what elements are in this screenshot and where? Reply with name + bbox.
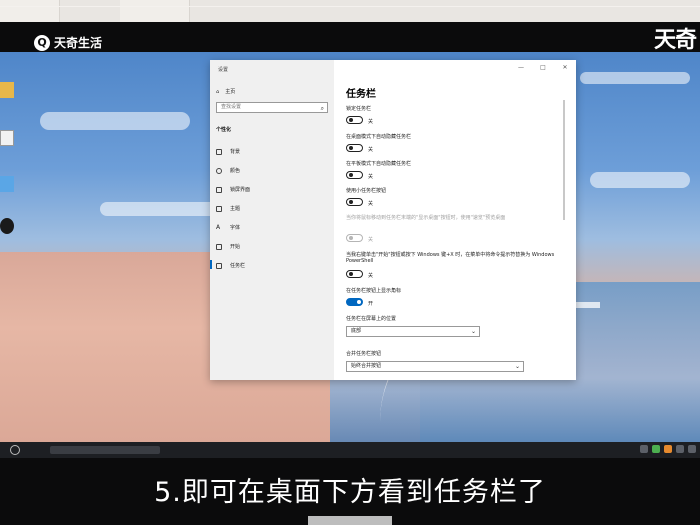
taskbar-position-select[interactable]: 底部 ⌄ [346, 326, 480, 337]
search-icon: Q [34, 34, 50, 51]
option-label: 在任务栏按钮上显示角标 [346, 288, 402, 294]
qq-icon[interactable] [0, 218, 14, 234]
lockscreen-icon [216, 186, 222, 193]
select-value: 始终合并按钮 [351, 363, 382, 369]
nav-item-label: 主题 [230, 206, 241, 212]
option-label: 使用小任务栏按钮 [346, 188, 387, 194]
combine-buttons-select[interactable]: 始终合并按钮 ⌄ [346, 361, 524, 372]
toggle-knob [349, 200, 353, 204]
tray-icon[interactable] [640, 445, 648, 453]
system-tray [640, 445, 696, 453]
chevron-down-icon: ⌄ [514, 363, 520, 370]
nav-item-background[interactable]: 背景 [216, 148, 240, 155]
nav-item-lockscreen[interactable]: 锁屏界面 [216, 186, 250, 193]
nav-item-taskbar[interactable]: 任务栏 [210, 260, 246, 269]
image-icon [216, 148, 222, 155]
settings-search-input[interactable]: 查找设置 ⌕ [216, 102, 328, 113]
nav-item-fonts[interactable]: A 字体 [216, 224, 240, 231]
nav-section-title: 个性化 [216, 127, 232, 133]
brand-logo: 天奇 [653, 28, 697, 53]
document-icon[interactable] [0, 130, 14, 146]
monitor-stand [308, 516, 392, 525]
toggle-knob [349, 272, 353, 276]
nav-home[interactable]: ⌂ 主页 [216, 88, 236, 96]
paper-card [0, 0, 60, 22]
taskbar [0, 442, 700, 458]
cloud [40, 112, 190, 130]
toggle-knob [357, 300, 361, 304]
palette-icon [216, 167, 222, 174]
nav-item-label: 颜色 [230, 168, 241, 174]
computer-icon[interactable] [0, 176, 14, 192]
search-icon: ⌕ [320, 105, 324, 112]
search-icon[interactable] [10, 445, 20, 455]
nav-item-label: 锁屏界面 [230, 187, 251, 193]
paper-card [120, 0, 190, 22]
font-icon: A [216, 223, 221, 231]
toggle-state: 关 [368, 174, 374, 180]
position-label: 任务栏在屏幕上的位置 [346, 316, 397, 322]
option-label: 锁定任务栏 [346, 106, 372, 112]
watermark: Q 天奇生活 [34, 34, 102, 51]
theme-icon [216, 205, 222, 212]
settings-nav: ⌂ 主页 查找设置 ⌕ 个性化 背景 颜色 锁屏界面 主题 A 字体 开始 任务… [210, 60, 334, 380]
toggle-knob [349, 118, 353, 122]
page-title: 任务栏 [346, 89, 376, 100]
small-buttons-toggle[interactable] [346, 198, 363, 206]
autohide-tablet-toggle[interactable] [346, 171, 363, 179]
option-label: 当我右键单击"开始"按钮或按下 Windows 键+X 时，在菜单中将命令提示符… [346, 252, 555, 264]
search-placeholder: 查找设置 [221, 104, 242, 110]
toggle-state: 关 [368, 147, 374, 153]
toggle-state: 关 [368, 201, 374, 207]
toggle-state: 关 [368, 237, 374, 243]
nav-home-label: 主页 [225, 89, 236, 95]
nav-item-start[interactable]: 开始 [216, 243, 240, 250]
taskbar-apps[interactable] [50, 446, 160, 454]
content-scrollbar[interactable] [563, 100, 565, 220]
toggle-knob [349, 236, 353, 240]
cloud [590, 172, 690, 188]
nav-item-themes[interactable]: 主题 [216, 205, 240, 212]
select-value: 底部 [351, 328, 362, 334]
cloud [100, 202, 220, 216]
nav-item-label: 开始 [230, 244, 241, 250]
watermark-text: 天奇生活 [54, 36, 103, 50]
toggle-state: 开 [368, 301, 374, 307]
home-icon: ⌂ [216, 88, 220, 95]
folder-icon[interactable] [0, 82, 14, 98]
toggle-knob [349, 146, 353, 150]
cloud [580, 72, 690, 84]
peek-toggle [346, 234, 363, 242]
settings-window: ⌂ 主页 查找设置 ⌕ 个性化 背景 颜色 锁屏界面 主题 A 字体 开始 任务… [210, 60, 576, 380]
tray-icon[interactable] [664, 445, 672, 453]
combine-label: 合并任务栏按钮 [346, 351, 382, 357]
option-label: 在桌面模式下自动隐藏任务栏 [346, 134, 412, 140]
toggle-state: 关 [368, 119, 374, 125]
start-icon [216, 243, 222, 250]
option-label: 在平板模式下自动隐藏任务栏 [346, 161, 412, 167]
window-title: 设置 [218, 67, 229, 73]
lock-taskbar-toggle[interactable] [346, 116, 363, 124]
autohide-desktop-toggle[interactable] [346, 144, 363, 152]
powershell-toggle[interactable] [346, 270, 363, 278]
nav-item-label: 字体 [230, 225, 241, 231]
option-label: 当你将鼠标移动到任务栏末端的"显示桌面"按钮时，使用"速览"预览桌面 [346, 215, 506, 221]
nav-item-colors[interactable]: 颜色 [216, 167, 240, 174]
toggle-state: 关 [368, 273, 374, 279]
background-paper [0, 0, 700, 22]
settings-content: 任务栏 锁定任务栏 关 在桌面模式下自动隐藏任务栏 关 在平板模式下自动隐藏任务… [346, 60, 568, 380]
tray-icon[interactable] [652, 445, 660, 453]
video-subtitle: 5.即可在桌面下方看到任务栏了 [154, 477, 546, 508]
toggle-knob [349, 173, 353, 177]
nav-item-label: 任务栏 [230, 263, 246, 269]
badges-toggle[interactable] [346, 298, 363, 306]
tray-icon[interactable] [676, 445, 684, 453]
chevron-down-icon: ⌄ [470, 328, 476, 335]
notification-icon[interactable] [688, 445, 696, 453]
nav-item-label: 背景 [230, 149, 241, 155]
taskbar-icon [216, 262, 222, 269]
